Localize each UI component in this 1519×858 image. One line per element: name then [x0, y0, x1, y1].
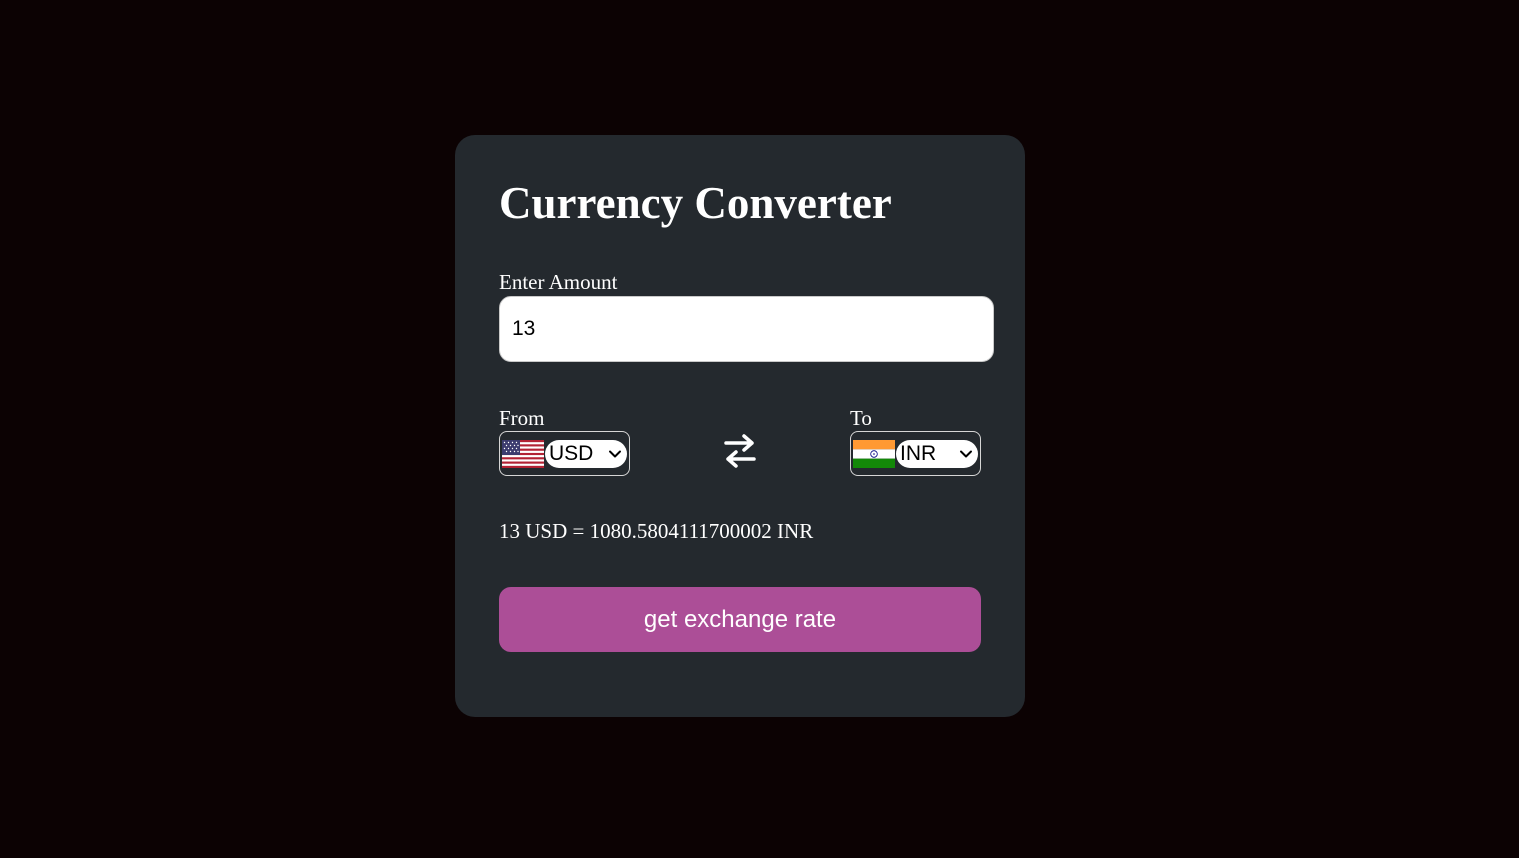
page-title: Currency Converter [499, 178, 892, 228]
india-flag-icon [853, 439, 895, 468]
get-exchange-rate-button[interactable]: get exchange rate [499, 587, 981, 652]
swap-arrows-icon[interactable] [723, 433, 757, 469]
us-flag-icon [502, 439, 544, 468]
amount-label: Enter Amount [499, 270, 618, 294]
from-currency-dropdown[interactable]: USD [545, 439, 627, 468]
amount-input[interactable] [499, 296, 994, 362]
to-currency-select[interactable]: INR [850, 431, 981, 476]
to-currency-value: INR [900, 441, 937, 465]
chevron-down-icon [960, 450, 972, 457]
conversion-result: 13 USD = 1080.5804111700002 INR [499, 519, 814, 543]
from-label: From [499, 406, 545, 430]
converter-card: Currency Converter Enter Amount From USD [455, 135, 1025, 717]
from-currency-select[interactable]: USD [499, 431, 630, 476]
to-label: To [850, 406, 872, 430]
chevron-down-icon [609, 450, 621, 457]
from-currency-value: USD [549, 441, 594, 465]
to-currency-dropdown[interactable]: INR [896, 439, 978, 468]
